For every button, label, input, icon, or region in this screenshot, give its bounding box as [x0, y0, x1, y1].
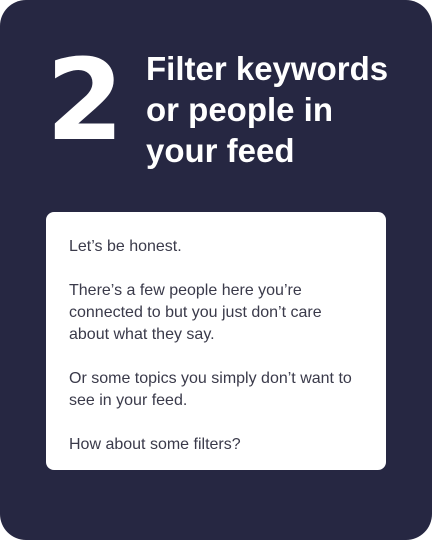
card-title-line: your feed — [146, 132, 295, 169]
description-paragraph: How about some filters? — [69, 436, 241, 453]
card-title-line: or people in — [146, 91, 334, 128]
description-paragraph: Or some topics you simply don’t want to … — [69, 370, 352, 409]
tip-card: 2 Filter keywords or people in your feed… — [0, 0, 432, 540]
description-paragraph: There’s a few people here you’re connect… — [69, 282, 322, 343]
description-paragraph: Let’s be honest. — [69, 238, 182, 255]
card-title-line: Filter keywords — [146, 50, 389, 87]
step-number: 2 — [46, 36, 124, 166]
card-title: Filter keywords or people in your feed — [146, 48, 416, 171]
description-panel: Let’s be honest. There’s a few people he… — [46, 212, 386, 470]
